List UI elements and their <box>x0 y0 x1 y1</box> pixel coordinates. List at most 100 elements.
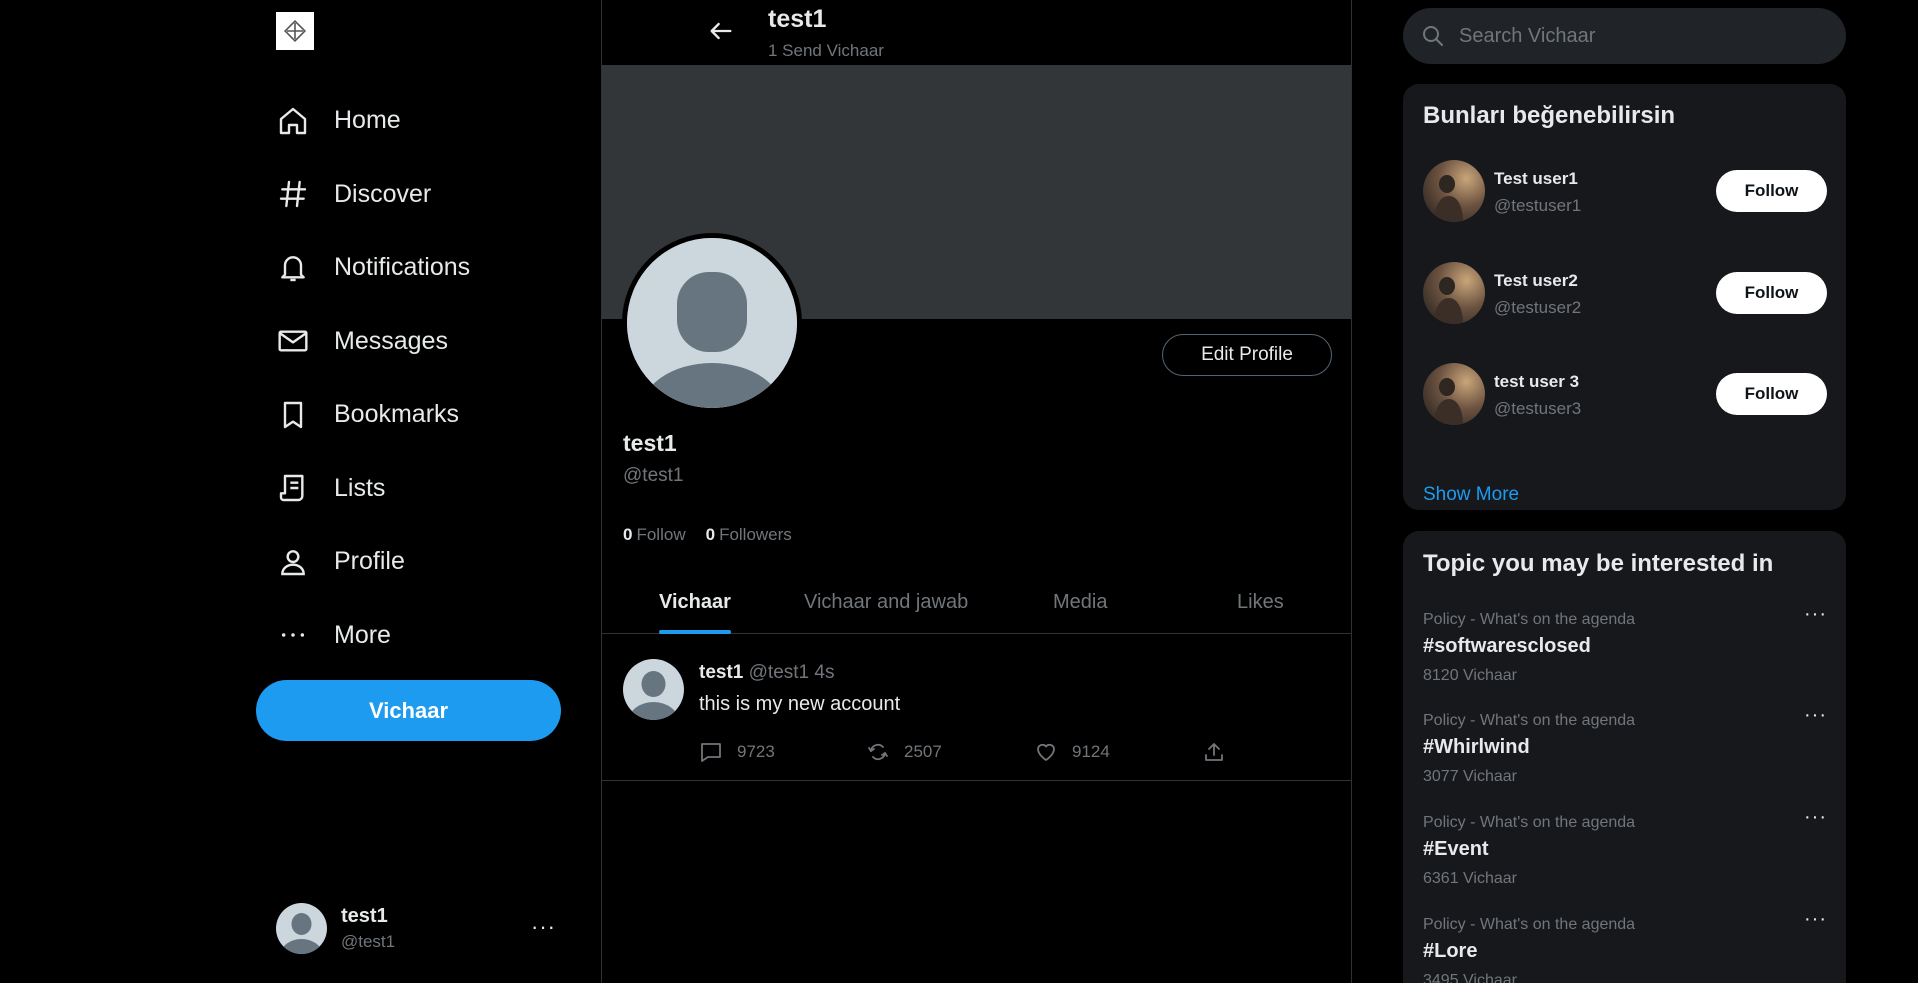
tab-label: Likes <box>1237 590 1284 613</box>
profile-avatar[interactable] <box>622 233 802 413</box>
topic-more-icon[interactable]: ··· <box>1804 704 1827 727</box>
suggestion-item[interactable]: Test user1 @testuser1 Follow <box>1423 160 1827 222</box>
who-to-follow-title: Bunları beğenebilirsin <box>1423 102 1676 129</box>
follow-button[interactable]: Follow <box>1716 170 1827 212</box>
account-avatar <box>276 902 327 954</box>
edit-profile-button[interactable]: Edit Profile <box>1162 334 1332 376</box>
who-to-follow-card: Bunları beğenebilirsin Test user1 @testu… <box>1403 84 1846 510</box>
topic-count: 3077 Vichaar <box>1423 768 1517 785</box>
like-button[interactable]: 9124 <box>1034 740 1110 764</box>
reply-count: 9723 <box>737 742 775 761</box>
share-icon <box>1205 743 1223 761</box>
tab-likes[interactable]: Likes <box>1237 570 1284 634</box>
topic-count: 6361 Vichaar <box>1423 870 1517 887</box>
nav-label-notifications: Notifications <box>334 253 471 282</box>
nav-label-messages: Messages <box>334 326 448 355</box>
topic-category: Policy - What's on the agenda <box>1423 814 1636 831</box>
home-icon <box>276 104 310 138</box>
repost-button[interactable]: 2507 <box>866 740 942 764</box>
back-arrow-icon[interactable] <box>704 14 738 48</box>
show-more-link[interactable]: Show More <box>1423 484 1519 506</box>
nav-item-lists[interactable]: Lists <box>276 452 470 526</box>
more-dots-icon <box>276 618 310 652</box>
hashtag-icon <box>276 177 310 211</box>
topic-more-icon[interactable]: ··· <box>1804 806 1827 829</box>
search-icon <box>1423 26 1443 46</box>
post-meta: @test1 4s <box>748 662 835 683</box>
suggestion-item[interactable]: test user 3 @testuser3 Follow <box>1423 363 1827 425</box>
topic-hashtag: #Event <box>1423 838 1489 860</box>
suggestion-handle: @testuser2 <box>1494 298 1582 317</box>
tab-vichaar-and-jawab[interactable]: Vichaar and jawab <box>804 570 968 634</box>
profile-main: test1 1 Send Vichaar Edit Profile test1 … <box>601 0 1352 983</box>
profile-header: test1 1 Send Vichaar <box>602 0 1351 65</box>
tab-media[interactable]: Media <box>1053 570 1107 634</box>
suggestion-avatar <box>1423 160 1485 222</box>
topic-item[interactable]: Policy - What's on the agenda #Lore 3495… <box>1423 908 1827 983</box>
share-button[interactable] <box>1202 740 1240 764</box>
topic-more-icon[interactable]: ··· <box>1804 908 1827 931</box>
like-count: 9124 <box>1072 742 1110 761</box>
topic-item[interactable]: Policy - What's on the agenda #Whirlwind… <box>1423 704 1827 802</box>
bookmark-icon <box>276 398 310 432</box>
suggestion-name[interactable]: test user 3 <box>1494 372 1579 392</box>
right-sidebar: Bunları beğenebilirsin Test user1 @testu… <box>1352 0 1918 983</box>
tab-label: Vichaar and jawab <box>804 590 969 613</box>
followers-label: Followers <box>719 525 792 544</box>
topic-category: Policy - What's on the agenda <box>1423 611 1636 628</box>
follow-button[interactable]: Follow <box>1716 272 1827 314</box>
nav-item-bookmarks[interactable]: Bookmarks <box>276 378 470 452</box>
topic-category: Policy - What's on the agenda <box>1423 916 1636 933</box>
post-vichaar-button[interactable]: Vichaar <box>256 680 561 741</box>
nav-label-bookmarks: Bookmarks <box>334 400 460 429</box>
account-menu-icon[interactable]: ··· <box>531 914 556 940</box>
topic-count: 8120 Vichaar <box>1423 667 1517 684</box>
following-count: 0 <box>623 525 633 544</box>
suggestion-item[interactable]: Test user2 @testuser2 Follow <box>1423 262 1827 324</box>
nav-label-lists: Lists <box>334 473 386 502</box>
header-subtitle: 1 Send Vichaar <box>768 41 884 60</box>
followers-stat[interactable]: 0 Followers <box>706 525 792 545</box>
following-stat[interactable]: 0 Follow <box>623 525 686 545</box>
nav-item-notifications[interactable]: Notifications <box>276 231 470 305</box>
nav-label-profile: Profile <box>334 547 405 576</box>
followers-count: 0 <box>705 525 716 544</box>
topic-hashtag: #softwaresclosed <box>1423 635 1591 657</box>
vichaar-post[interactable]: test1 @test1 4s this is my new account 9… <box>602 634 1351 781</box>
topic-hashtag: #Lore <box>1423 940 1478 962</box>
suggestion-name[interactable]: Test user2 <box>1494 271 1578 291</box>
profile-handle: @test1 <box>623 465 684 486</box>
brand-logo-icon[interactable] <box>276 12 314 50</box>
nav-item-home[interactable]: Home <box>276 84 470 158</box>
reply-icon <box>701 743 721 762</box>
envelope-icon <box>276 324 310 358</box>
suggestion-handle: @testuser3 <box>1494 399 1582 418</box>
follow-button[interactable]: Follow <box>1716 373 1827 415</box>
suggestion-handle: @testuser1 <box>1494 196 1582 215</box>
nav-item-profile[interactable]: Profile <box>276 525 470 599</box>
topic-item[interactable]: Policy - What's on the agenda #Event 636… <box>1423 806 1827 904</box>
header-title: test1 <box>768 5 827 33</box>
suggestion-name[interactable]: Test user1 <box>1494 169 1578 189</box>
tab-label: Vichaar <box>659 590 731 613</box>
tab-vichaar[interactable]: Vichaar <box>659 570 731 634</box>
reply-button[interactable]: 9723 <box>699 740 775 764</box>
topic-more-icon[interactable]: ··· <box>1804 603 1827 626</box>
following-label: Follow <box>636 525 686 544</box>
nav-item-more[interactable]: More <box>276 599 470 673</box>
profile-stats: 0 Follow 0 Followers <box>623 525 792 545</box>
nav-item-messages[interactable]: Messages <box>276 305 470 379</box>
post-actions: 9723 2507 9124 <box>699 740 1259 766</box>
search-box[interactable] <box>1403 8 1846 64</box>
topic-hashtag: #Whirlwind <box>1423 736 1530 758</box>
post-header: test1 @test1 4s <box>699 662 834 684</box>
nav-label-more: More <box>334 620 391 649</box>
post-text: this is my new account <box>699 693 901 715</box>
post-avatar[interactable] <box>623 659 684 720</box>
search-input[interactable] <box>1459 24 1819 48</box>
post-author-name[interactable]: test1 <box>699 662 743 683</box>
profile-name: test1 <box>623 430 677 456</box>
topic-item[interactable]: Policy - What's on the agenda #softwares… <box>1423 603 1827 701</box>
account-switcher[interactable]: test1 @test1 ··· <box>276 900 556 956</box>
nav-item-discover[interactable]: Discover <box>276 158 470 232</box>
